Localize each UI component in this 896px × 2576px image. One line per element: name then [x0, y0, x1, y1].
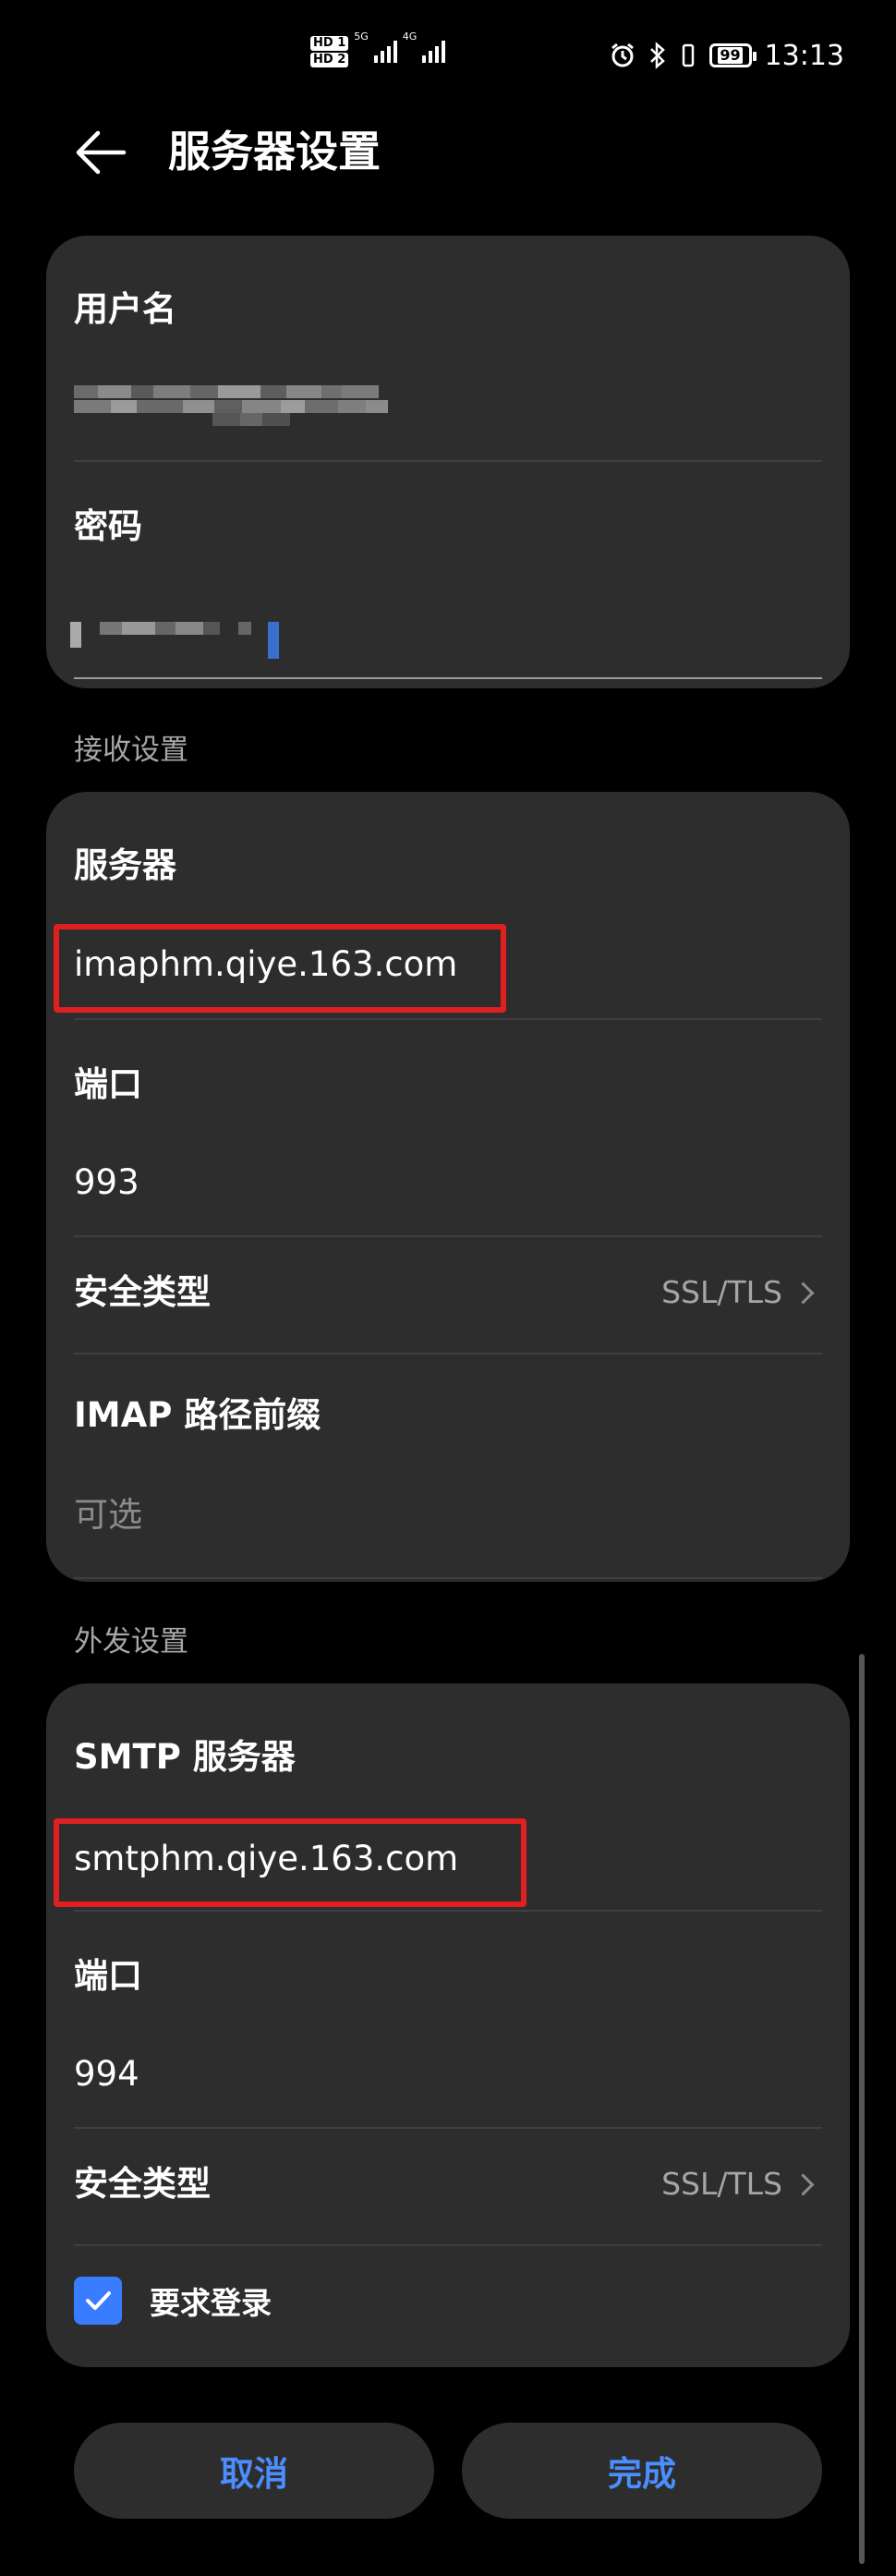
- require-login-row[interactable]: 要求登录: [74, 2275, 536, 2327]
- smtp-server-input[interactable]: smtphm.qiye.163.com: [74, 1836, 458, 1882]
- divider: [74, 1235, 822, 1237]
- password-underline: [74, 677, 822, 679]
- outgoing-security-label: 安全类型: [74, 2164, 211, 2204]
- incoming-security-text: SSL/TLS: [661, 1274, 782, 1310]
- incoming-section-title: 接收设置: [74, 734, 188, 767]
- network1-label: 5G: [354, 30, 369, 43]
- outgoing-port-label: 端口: [74, 1956, 142, 1996]
- password-label: 密码: [74, 506, 142, 546]
- require-login-label: 要求登录: [150, 2285, 272, 2321]
- divider: [74, 2244, 822, 2246]
- incoming-card: 服务器 imaphm.qiye.163.com 端口 993 安全类型 SSL/…: [46, 792, 850, 1582]
- outgoing-security-text: SSL/TLS: [661, 2166, 782, 2202]
- network-indicators: HD 1 HD 2 5G 4G: [310, 30, 446, 72]
- divider: [74, 1353, 822, 1355]
- hd2-badge: HD 2: [310, 53, 349, 67]
- incoming-server-label: 服务器: [74, 845, 176, 885]
- bluetooth-icon: [649, 42, 665, 69]
- clock: 13:13: [764, 39, 844, 72]
- outgoing-port-input[interactable]: 994: [74, 2051, 139, 2097]
- divider: [74, 1577, 822, 1579]
- incoming-security-row[interactable]: 安全类型 SSL/TLS: [46, 1240, 850, 1353]
- status-bar: HD 1 HD 2 5G 4G 99 13:13: [0, 0, 896, 111]
- vibrate-icon: [682, 43, 694, 67]
- divider: [74, 1018, 822, 1020]
- account-card: 用户名 密码: [46, 236, 850, 688]
- outgoing-card: SMTP 服务器 smtphm.qiye.163.com 端口 994 安全类型…: [46, 1683, 850, 2367]
- imap-prefix-label: IMAP 路径前缀: [74, 1395, 321, 1435]
- divider: [74, 460, 822, 462]
- divider: [74, 2127, 822, 2129]
- chevron-right-icon: [792, 1281, 815, 1305]
- incoming-port-label: 端口: [74, 1064, 142, 1104]
- divider: [74, 1910, 822, 1912]
- checkmark-icon: [86, 2291, 111, 2310]
- network2-label: 4G: [402, 30, 418, 43]
- battery-level: 99: [718, 46, 743, 64]
- cancel-button[interactable]: 取消: [74, 2423, 434, 2519]
- imap-prefix-input[interactable]: 可选: [74, 1492, 142, 1538]
- password-field[interactable]: [70, 614, 310, 659]
- signal1-icon: [373, 41, 397, 63]
- alarm-icon: [611, 43, 634, 67]
- page-title: 服务器设置: [168, 127, 381, 176]
- outgoing-section-title: 外发设置: [74, 1625, 188, 1659]
- back-button[interactable]: [72, 124, 129, 181]
- status-right: 99 13:13: [610, 33, 844, 78]
- incoming-security-label: 安全类型: [74, 1272, 211, 1312]
- scrollbar[interactable]: [859, 1654, 865, 2564]
- incoming-port-input[interactable]: 993: [74, 1160, 139, 1206]
- incoming-security-value: SSL/TLS: [661, 1270, 815, 1316]
- smtp-server-label: SMTP 服务器: [74, 1737, 296, 1777]
- hd1-badge: HD 1: [310, 36, 349, 51]
- incoming-server-input[interactable]: imaphm.qiye.163.com: [74, 942, 457, 988]
- arrow-left-icon: [76, 130, 127, 175]
- username-label: 用户名: [74, 289, 176, 329]
- outgoing-security-row[interactable]: 安全类型 SSL/TLS: [46, 2132, 850, 2244]
- signal2-icon: [422, 41, 446, 63]
- username-field[interactable]: [74, 385, 480, 426]
- chevron-right-icon: [792, 2172, 815, 2196]
- done-button[interactable]: 完成: [462, 2423, 822, 2519]
- battery-icon: 99: [708, 43, 757, 67]
- outgoing-security-value: SSL/TLS: [661, 2161, 815, 2207]
- require-login-checkbox[interactable]: [74, 2277, 122, 2325]
